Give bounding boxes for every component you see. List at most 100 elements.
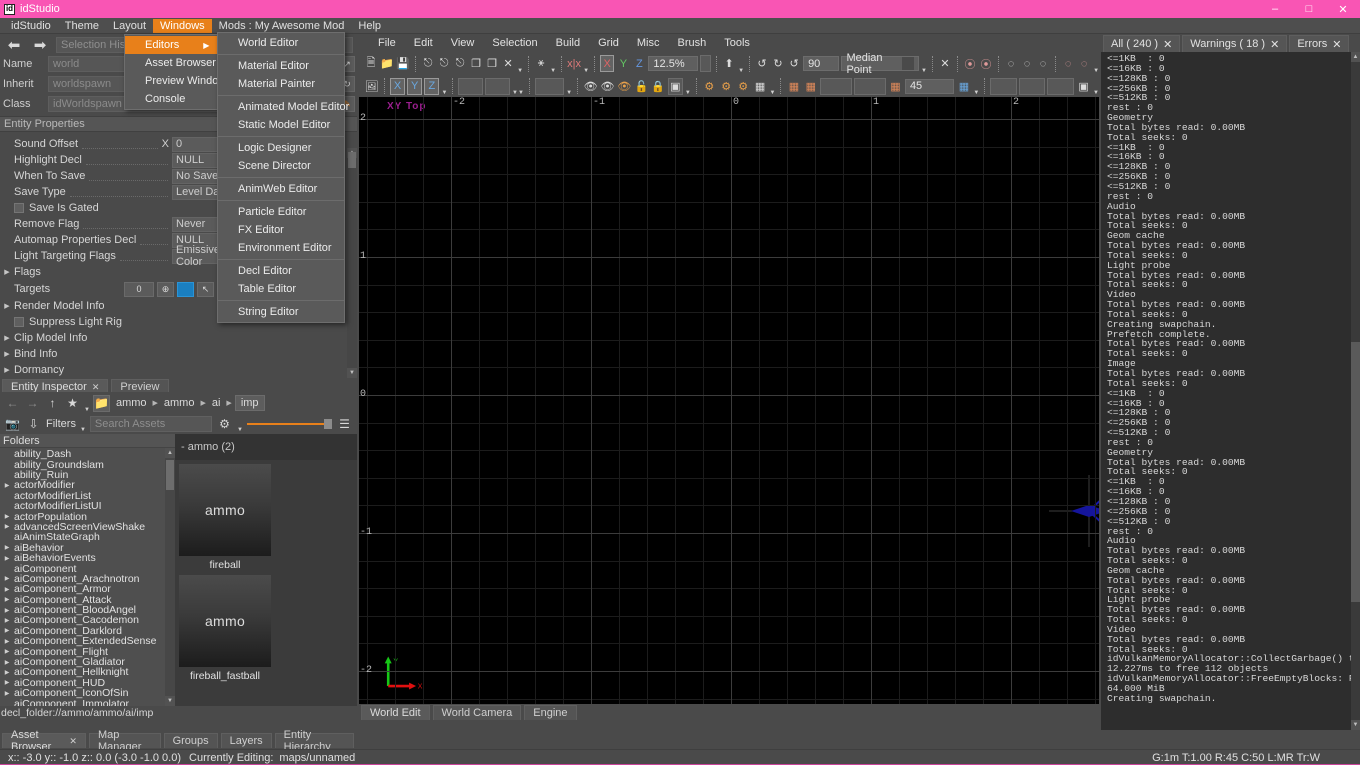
build-grid-icon[interactable]: ▦ bbox=[753, 78, 768, 95]
scroll-thumb[interactable] bbox=[348, 152, 356, 168]
property-name[interactable]: Render Model Info bbox=[14, 300, 105, 312]
pivot-combo[interactable]: Median Point bbox=[841, 56, 919, 71]
copy-icon[interactable]: ❐ bbox=[469, 55, 483, 72]
ab-back-icon[interactable]: ← bbox=[4, 395, 21, 412]
editors-menu-item-decl-editor[interactable]: Decl Editor bbox=[218, 262, 344, 280]
filters-caret-icon[interactable]: ▼ bbox=[80, 427, 86, 434]
editors-submenu[interactable]: World EditorMaterial EditorMaterial Pain… bbox=[217, 32, 345, 323]
folder-tree-item[interactable]: aiComponent_Immolator bbox=[0, 698, 175, 706]
snap-caret-icon[interactable]: ▼ bbox=[566, 90, 572, 97]
camera-view-caret-icon[interactable]: ▼ bbox=[1093, 90, 1099, 97]
viewport-menu-edit[interactable]: Edit bbox=[405, 37, 442, 49]
editors-menu-item-animweb-editor[interactable]: AnimWeb Editor bbox=[218, 180, 344, 198]
rotate-reset-icon[interactable]: ↺ bbox=[755, 55, 769, 72]
ab-favorite-icon[interactable]: ★ bbox=[64, 395, 81, 412]
csg-merge-icon[interactable]: ◌ bbox=[1004, 55, 1018, 72]
filters-label[interactable]: Filters bbox=[46, 418, 76, 430]
chevron-right-icon[interactable]: ▶ bbox=[0, 334, 14, 342]
breadcrumb-item-imp[interactable]: imp bbox=[235, 395, 265, 411]
ab-forward-icon[interactable]: → bbox=[24, 395, 41, 412]
tab-groups[interactable]: Groups bbox=[164, 733, 218, 748]
property-name[interactable]: Dormancy bbox=[14, 364, 64, 376]
windows-dropdown-menu[interactable]: Editors▶Asset BrowserPreview WindowConso… bbox=[124, 34, 218, 110]
chevron-right-icon[interactable]: ▶ bbox=[0, 627, 14, 634]
select-cursor-icon[interactable]: ⎋ bbox=[421, 55, 435, 72]
lock-x-button[interactable]: X bbox=[390, 78, 405, 95]
clip-flip-icon[interactable]: ◌ bbox=[1077, 55, 1091, 72]
viewport-menu-selection[interactable]: Selection bbox=[483, 37, 546, 49]
clear-selection-icon[interactable]: ✕ bbox=[938, 55, 952, 72]
delete-icon[interactable]: ✕ bbox=[501, 55, 515, 72]
lock-y-button[interactable]: Y bbox=[407, 78, 422, 95]
lock-caret-icon[interactable]: ▼ bbox=[441, 90, 447, 97]
clip-icon[interactable]: ◌ bbox=[1061, 55, 1075, 72]
snap-field[interactable] bbox=[535, 78, 564, 95]
tab-asset-browser[interactable]: Asset Browser✕ bbox=[2, 733, 86, 748]
asset-thumbnail[interactable]: ammo bbox=[179, 575, 271, 667]
editors-menu-item-static-model-editor[interactable]: Static Model Editor bbox=[218, 116, 344, 134]
targets-add-icon[interactable]: ⊕ bbox=[157, 282, 174, 297]
console-output[interactable]: <=1KB : 0<=16KB : 0<=128KB : 0<=256KB : … bbox=[1101, 52, 1360, 730]
chevron-right-icon[interactable]: ▶ bbox=[0, 648, 14, 655]
editors-menu-item-fx-editor[interactable]: FX Editor bbox=[218, 221, 344, 239]
csg-split-icon[interactable]: ◌ bbox=[1020, 55, 1034, 72]
viewport-menu-view[interactable]: View bbox=[442, 37, 484, 49]
close-icon[interactable]: ✕ bbox=[92, 382, 100, 393]
tab-entity-hierarchy[interactable]: Entity Hierarchy bbox=[275, 733, 354, 748]
rotate-cw-icon[interactable]: ↻ bbox=[771, 55, 785, 72]
menu-item-mods-my-awesome-mod[interactable]: Mods : My Awesome Mod bbox=[212, 19, 352, 33]
align-left-icon[interactable]: ▦ bbox=[786, 78, 801, 95]
chevron-right-icon[interactable]: ▶ bbox=[0, 544, 14, 551]
editors-menu-item-table-editor[interactable]: Table Editor bbox=[218, 280, 344, 298]
property-name[interactable]: Bind Info bbox=[14, 348, 57, 360]
menu-item-help[interactable]: Help bbox=[351, 19, 388, 33]
rotate-snap-apply-icon[interactable]: ▦ bbox=[956, 78, 971, 95]
close-button[interactable]: ✕ bbox=[1326, 0, 1360, 18]
viewport-canvas[interactable]: XY Top Y X -2-1012210-1-2 bbox=[359, 97, 1099, 704]
scroll-down-icon[interactable]: ▼ bbox=[347, 368, 357, 378]
align-field-b[interactable] bbox=[854, 78, 886, 95]
console-tab-all-240[interactable]: All ( 240 )✕ bbox=[1103, 35, 1180, 52]
ab-up-icon[interactable]: ↑ bbox=[44, 395, 61, 412]
property-name[interactable]: Flags bbox=[14, 266, 41, 278]
brush-sub-icon[interactable]: ⦿ bbox=[979, 55, 993, 72]
viewport-menu-file[interactable]: File bbox=[369, 37, 405, 49]
build-caret-icon[interactable]: ▼ bbox=[770, 90, 776, 97]
region-caret-icon[interactable]: ▼ bbox=[685, 90, 691, 97]
chevron-right-icon[interactable]: ▶ bbox=[0, 586, 14, 593]
targets-pick-icon[interactable] bbox=[177, 282, 194, 297]
ab-folder-icon[interactable]: 📁 bbox=[93, 395, 110, 412]
lock-icon[interactable]: 🔒 bbox=[651, 78, 666, 95]
asset-group-header[interactable]: - ammo (2) bbox=[175, 434, 357, 460]
paste-icon[interactable]: ❐ bbox=[485, 55, 499, 72]
pivot-caret-icon[interactable]: ▼ bbox=[921, 68, 927, 75]
chevron-right-icon[interactable]: ▶ bbox=[0, 669, 14, 676]
zoom-swatch[interactable] bbox=[700, 55, 711, 72]
menu-item-idstudio[interactable]: idStudio bbox=[4, 19, 58, 33]
chevron-right-icon[interactable]: ▶ bbox=[0, 513, 14, 520]
chevron-right-icon[interactable]: ▶ bbox=[0, 366, 14, 374]
editors-menu-item-logic-designer[interactable]: Logic Designer bbox=[218, 139, 344, 157]
zoom-value-field[interactable]: 12.5% bbox=[648, 56, 698, 71]
align-apply-icon[interactable]: ▦ bbox=[888, 78, 903, 95]
folders-scroll-down-icon[interactable]: ▼ bbox=[165, 696, 175, 706]
editors-menu-item-material-editor[interactable]: Material Editor bbox=[218, 57, 344, 75]
gear-icon[interactable]: ⚙ bbox=[216, 416, 233, 433]
tab-map-manager[interactable]: Map Manager bbox=[89, 733, 161, 748]
menu-item-theme[interactable]: Theme bbox=[58, 19, 106, 33]
console-scrollbar[interactable]: ▲ ▼ bbox=[1351, 52, 1360, 730]
misc-field-a[interactable] bbox=[990, 78, 1017, 95]
viewport-tab-world-edit[interactable]: World Edit bbox=[361, 705, 430, 720]
chevron-right-icon[interactable]: ▶ bbox=[0, 268, 14, 276]
chevron-right-icon[interactable]: ▶ bbox=[0, 302, 14, 310]
close-icon[interactable]: ✕ bbox=[1163, 38, 1172, 51]
asset-thumbnail[interactable]: ammo bbox=[179, 464, 271, 556]
viewport-tab-engine[interactable]: Engine bbox=[524, 705, 576, 720]
grid-size-caret-icon[interactable]: ▼▼ bbox=[512, 90, 524, 97]
checkbox[interactable] bbox=[14, 203, 24, 213]
chevron-right-icon[interactable]: ▶ bbox=[0, 679, 14, 686]
chevron-right-icon[interactable]: ▶ bbox=[0, 690, 14, 697]
chevron-right-icon[interactable]: ▶ bbox=[0, 482, 14, 489]
csg-hollow-icon[interactable]: ◌ bbox=[1036, 55, 1050, 72]
editors-menu-item-scene-director[interactable]: Scene Director bbox=[218, 157, 344, 175]
